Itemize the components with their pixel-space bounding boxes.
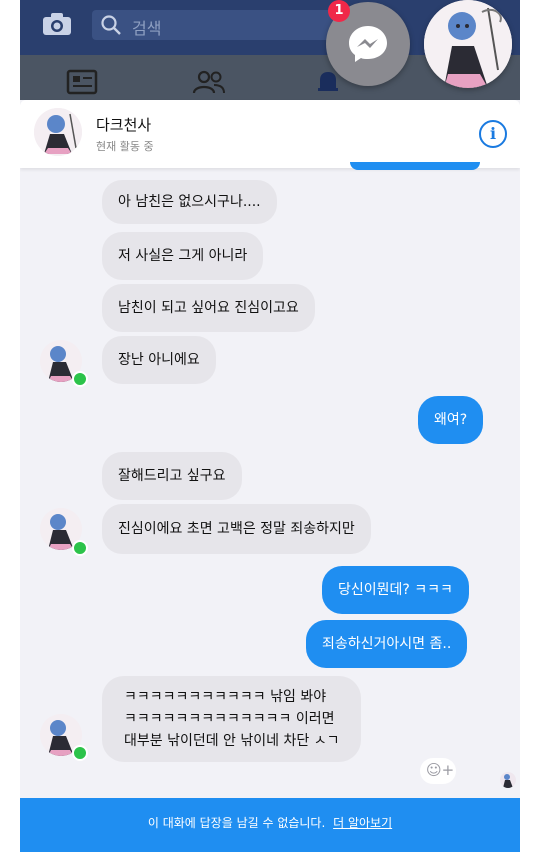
message-bubble-sent[interactable]: 왜여?: [418, 396, 484, 444]
contact-avatar[interactable]: [34, 108, 82, 156]
anime-avatar-image: [503, 774, 513, 788]
message-bubble[interactable]: 남친이 되고 싶어요 진심이고요: [102, 284, 315, 332]
camera-icon[interactable]: [42, 12, 72, 36]
add-reaction-icon[interactable]: ☺+: [420, 758, 456, 784]
message-bubble[interactable]: 저 사실은 그게 아니라: [102, 232, 264, 280]
anime-avatar-image: [424, 0, 512, 88]
message-bubble[interactable]: 장난 아니에요: [102, 336, 216, 384]
message-bubble[interactable]: 아 남친은 없으시구나....: [102, 180, 277, 224]
info-icon[interactable]: i: [479, 120, 507, 148]
reply-disabled-banner: 이 대화에 답장을 남길 수 없습니다. 더 알아보기: [20, 798, 520, 852]
contact-chat-head[interactable]: [424, 0, 512, 88]
online-indicator: [72, 745, 88, 761]
message-bubble-sent[interactable]: 당신이뭔데? ㅋㅋㅋ: [322, 566, 469, 614]
message-bubble[interactable]: 잘해드리고 싶구요: [102, 452, 242, 500]
messenger-screen: 검색 다크천사 현재 활동 중 i 아 남친은 없으시구나.... 저 사실은 …: [20, 0, 520, 852]
message-bubble-multiline[interactable]: ㅋㅋㅋㅋㅋㅋㅋㅋㅋㅋㅋ 낚임 봐야 ㅋㅋㅋㅋㅋㅋㅋㅋㅋㅋㅋㅋㅋ 이러면 대부분 …: [102, 676, 362, 762]
online-indicator: [72, 540, 88, 556]
message-line: 대부분 낚이던데 안 낚이네 차단 ㅅㄱ: [124, 733, 340, 749]
chat-header: 다크천사 현재 활동 중 i: [20, 100, 520, 168]
search-icon: [101, 15, 121, 35]
friends-icon[interactable]: [192, 69, 226, 95]
message-bubble-sent[interactable]: 죄송하신거아시면 좀..: [306, 620, 468, 668]
anime-avatar-image: [34, 108, 82, 156]
message-line: ㅋㅋㅋㅋㅋㅋㅋㅋㅋㅋㅋ 낚임 봐야: [124, 689, 327, 705]
seen-indicator-avatar: [500, 772, 516, 788]
previous-sent-bubble: [350, 162, 480, 170]
message-line: ㅋㅋㅋㅋㅋㅋㅋㅋㅋㅋㅋㅋㅋ 이러면: [124, 711, 335, 727]
news-feed-icon[interactable]: [66, 69, 98, 95]
contact-name: 다크천사: [96, 116, 152, 134]
banner-text: 이 대화에 답장을 남길 수 없습니다.: [147, 816, 326, 830]
active-status: 현재 활동 중: [96, 140, 154, 153]
online-indicator: [72, 371, 88, 387]
search-placeholder: 검색: [132, 19, 162, 38]
message-bubble[interactable]: 진심이에요 초면 고백은 정말 죄송하지만: [102, 504, 371, 554]
emoji-reaction-label: ☺+: [426, 761, 455, 779]
learn-more-link[interactable]: 더 알아보기: [333, 816, 392, 830]
unread-count-badge: 1: [328, 0, 350, 22]
